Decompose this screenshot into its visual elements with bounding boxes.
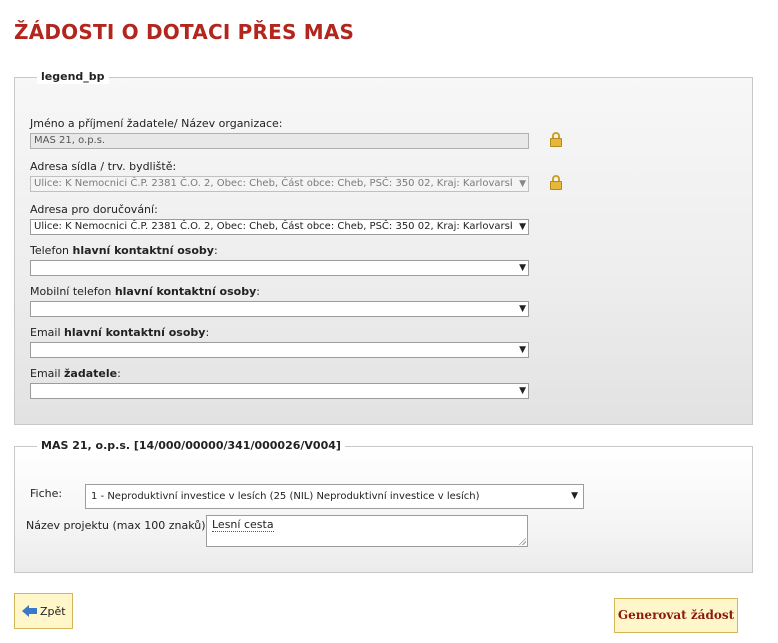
generate-application-button[interactable]: Generovat žádost [614,598,738,633]
name-label: Jméno a příjmení žadatele/ Název organiz… [30,117,283,130]
fiche-value: 1 - Neproduktivní investice v lesích (25… [91,491,480,502]
email-contact-label: Email hlavní kontaktní osoby: [30,326,210,339]
mas-legend: MAS 21, o.p.s. [14/000/00000/341/000026/… [37,439,345,453]
back-button[interactable]: Zpět [14,593,73,629]
delivery-address-label: Adresa pro doručování: [30,203,158,216]
caret-down-icon: ▼ [571,491,578,501]
name-value: MAS 21, o.p.s. [34,135,106,146]
caret-down-icon: ▼ [519,386,526,396]
address-value: Ulice: K Nemocnici Č.P. 2381 Č.O. 2, Obe… [34,178,512,189]
arrow-left-icon [22,605,38,617]
mobile-select[interactable]: ▼ [30,301,529,317]
project-name-textarea[interactable]: Lesní cesta [206,515,528,547]
lock-icon [549,175,563,191]
project-name-label: Název projektu (max 100 znaků) [26,519,206,532]
caret-down-icon: ▼ [519,222,526,232]
lock-icon [549,132,563,148]
delivery-address-value: Ulice: K Nemocnici Č.P. 2381 Č.O. 2, Obe… [34,221,512,232]
caret-down-icon: ▼ [519,263,526,273]
name-field[interactable]: MAS 21, o.p.s. [30,133,529,149]
email-applicant-select[interactable]: ▼ [30,383,529,399]
mas-fieldset: MAS 21, o.p.s. [14/000/00000/341/000026/… [14,439,753,573]
email-contact-select[interactable]: ▼ [30,342,529,358]
mobile-label: Mobilní telefon hlavní kontaktní osoby: [30,285,260,298]
caret-down-icon: ▼ [519,345,526,355]
fiche-select[interactable]: 1 - Neproduktivní investice v lesích (25… [85,484,584,509]
resize-handle[interactable] [518,537,526,545]
project-name-value: Lesní cesta [212,518,274,532]
generate-button-label: Generovat žádost [617,608,735,622]
phone-select[interactable]: ▼ [30,260,529,276]
address-label: Adresa sídla / trv. bydliště: [30,160,177,173]
back-button-label: Zpět [40,604,66,618]
delivery-address-select[interactable]: Ulice: K Nemocnici Č.P. 2381 Č.O. 2, Obe… [30,219,529,235]
fiche-label: Fiche: [30,487,63,500]
caret-down-icon: ▼ [519,179,526,189]
address-select[interactable]: Ulice: K Nemocnici Č.P. 2381 Č.O. 2, Obe… [30,176,529,192]
phone-label: Telefon hlavní kontaktní osoby: [30,244,218,257]
page-title: ŽÁDOSTI O DOTACI PŘES MAS [14,20,355,44]
caret-down-icon: ▼ [519,304,526,314]
email-applicant-label: Email žadatele: [30,367,121,380]
applicant-legend: legend_bp [37,70,109,84]
